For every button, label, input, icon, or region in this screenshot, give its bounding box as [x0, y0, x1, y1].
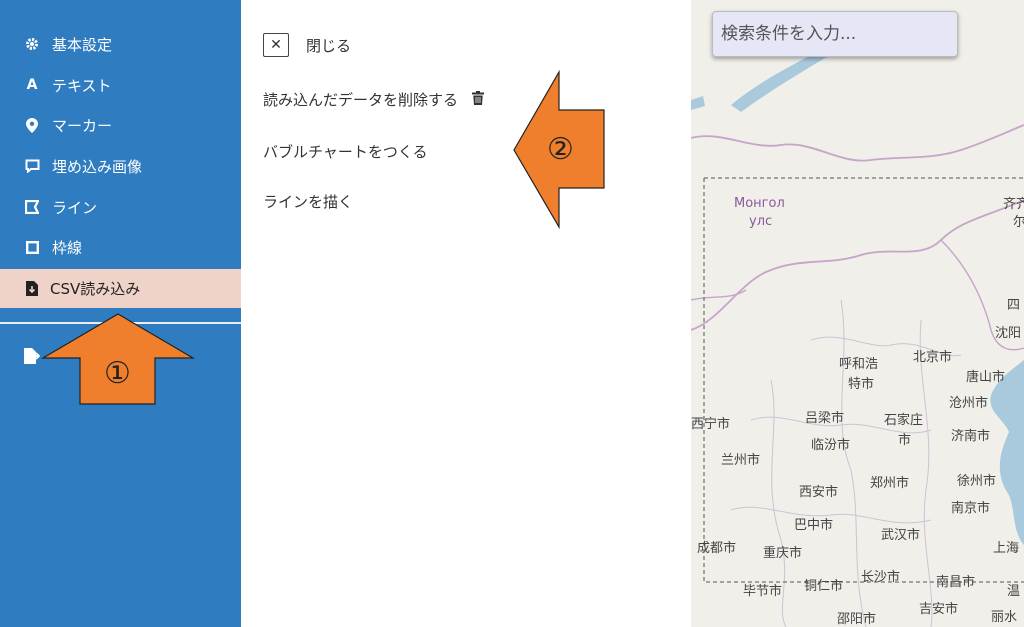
map-label: 南京市 [951, 501, 991, 516]
arrow2-label: ② [547, 132, 574, 167]
map-label: 郑州市 [870, 476, 910, 491]
map-basemap [691, 0, 1024, 627]
close-label: 閉じる [306, 36, 352, 55]
map-label: 成都市 [697, 541, 737, 556]
square-frame-icon [24, 239, 40, 255]
map-label: 南昌市 [936, 575, 976, 590]
csv-panel: ✕ 閉じる 読み込んだデータを削除する バブルチャートをつくる ラインを描く [241, 0, 691, 627]
sidebar: 基本設定 A テキスト マーカー 埋め込み画像 ライン 枠線 CSV読み込み [0, 0, 241, 627]
arrow1-label: ① [104, 356, 131, 391]
close-icon: ✕ [263, 33, 289, 57]
sidebar-item-line[interactable]: ライン [0, 188, 241, 226]
map-view[interactable]: Монгол улс 齐齐 尔 四 沈阳 呼和浩 特市 北京市 唐山市 沧州市 … [691, 0, 1024, 627]
close-button[interactable]: ✕ 閉じる [263, 33, 351, 57]
map-label: 特市 [848, 377, 875, 392]
sidebar-item-csv-import[interactable]: CSV読み込み [0, 269, 241, 308]
map-label: 丽水 [991, 610, 1018, 625]
map-label: 唐山市 [966, 370, 1006, 385]
map-label: 徐州市 [957, 474, 997, 489]
map-label: 市 [898, 433, 912, 448]
map-label: улс [749, 214, 773, 229]
comment-icon [24, 158, 40, 174]
map-label: 长沙市 [861, 570, 901, 585]
map-label: 武汉市 [881, 528, 921, 543]
map-label: 齐齐 [1003, 197, 1024, 212]
sidebar-item-text[interactable]: A テキスト [0, 66, 241, 104]
map-label: 铜仁市 [804, 579, 844, 594]
sidebar-item-label: マーカー [52, 116, 113, 135]
sidebar-item-label: ライン [52, 198, 98, 217]
map-label: 重庆市 [763, 546, 803, 561]
map-label: 毕节市 [743, 584, 783, 599]
map-label: 西安市 [799, 485, 839, 500]
map-marker-icon [24, 117, 40, 133]
file-import-icon [24, 281, 40, 297]
draw-line-button[interactable]: ラインを描く [263, 191, 353, 212]
map-label: 呼和浩 [839, 357, 879, 372]
delete-label: 読み込んだデータを削除する [263, 91, 459, 109]
file-export-icon[interactable] [24, 348, 41, 368]
map-label: Монгол [734, 196, 785, 211]
bubble-chart-button[interactable]: バブルチャートをつくる [263, 141, 428, 162]
map-label: 邵阳市 [837, 612, 877, 627]
map-label: 济南市 [951, 429, 991, 444]
gear-icon [24, 36, 40, 52]
map-label: 沧州市 [949, 396, 989, 411]
sidebar-item-marker[interactable]: マーカー [0, 106, 241, 144]
map-label: 温 [1007, 584, 1021, 599]
sidebar-item-label: 埋め込み画像 [52, 157, 143, 176]
sidebar-item-embedded-image[interactable]: 埋め込み画像 [0, 147, 241, 185]
sidebar-item-label: テキスト [52, 76, 112, 95]
sidebar-item-label: 基本設定 [52, 35, 113, 54]
sidebar-item-frame[interactable]: 枠線 [0, 228, 241, 266]
font-a-icon: A [26, 77, 38, 93]
map-label: 临汾市 [811, 438, 851, 453]
line-flag-icon [24, 199, 40, 215]
map-label: 北京市 [913, 350, 953, 365]
map-label: 尔 [1013, 215, 1024, 230]
map-search-input[interactable] [712, 11, 958, 57]
trash-icon [472, 90, 485, 109]
sidebar-item-label: CSV読み込み [50, 280, 141, 298]
delete-data-button[interactable]: 読み込んだデータを削除する [263, 89, 485, 110]
line-label: ラインを描く [263, 193, 354, 211]
sidebar-divider [0, 322, 241, 324]
map-label: 上海 [993, 541, 1020, 556]
map-label: 四 [1007, 298, 1021, 313]
map-label: 西宁市 [691, 417, 731, 432]
map-label: 沈阳 [995, 326, 1022, 341]
map-label: 石家庄 [884, 413, 924, 428]
map-label: 兰州市 [721, 453, 761, 468]
sidebar-item-basic-settings[interactable]: 基本設定 [0, 25, 241, 63]
map-label: 吉安市 [919, 602, 959, 617]
sidebar-item-label: 枠線 [52, 238, 83, 257]
map-label: 吕梁市 [805, 411, 845, 426]
bubble-label: バブルチャートをつくる [263, 143, 428, 161]
map-label: 巴中市 [794, 518, 834, 533]
